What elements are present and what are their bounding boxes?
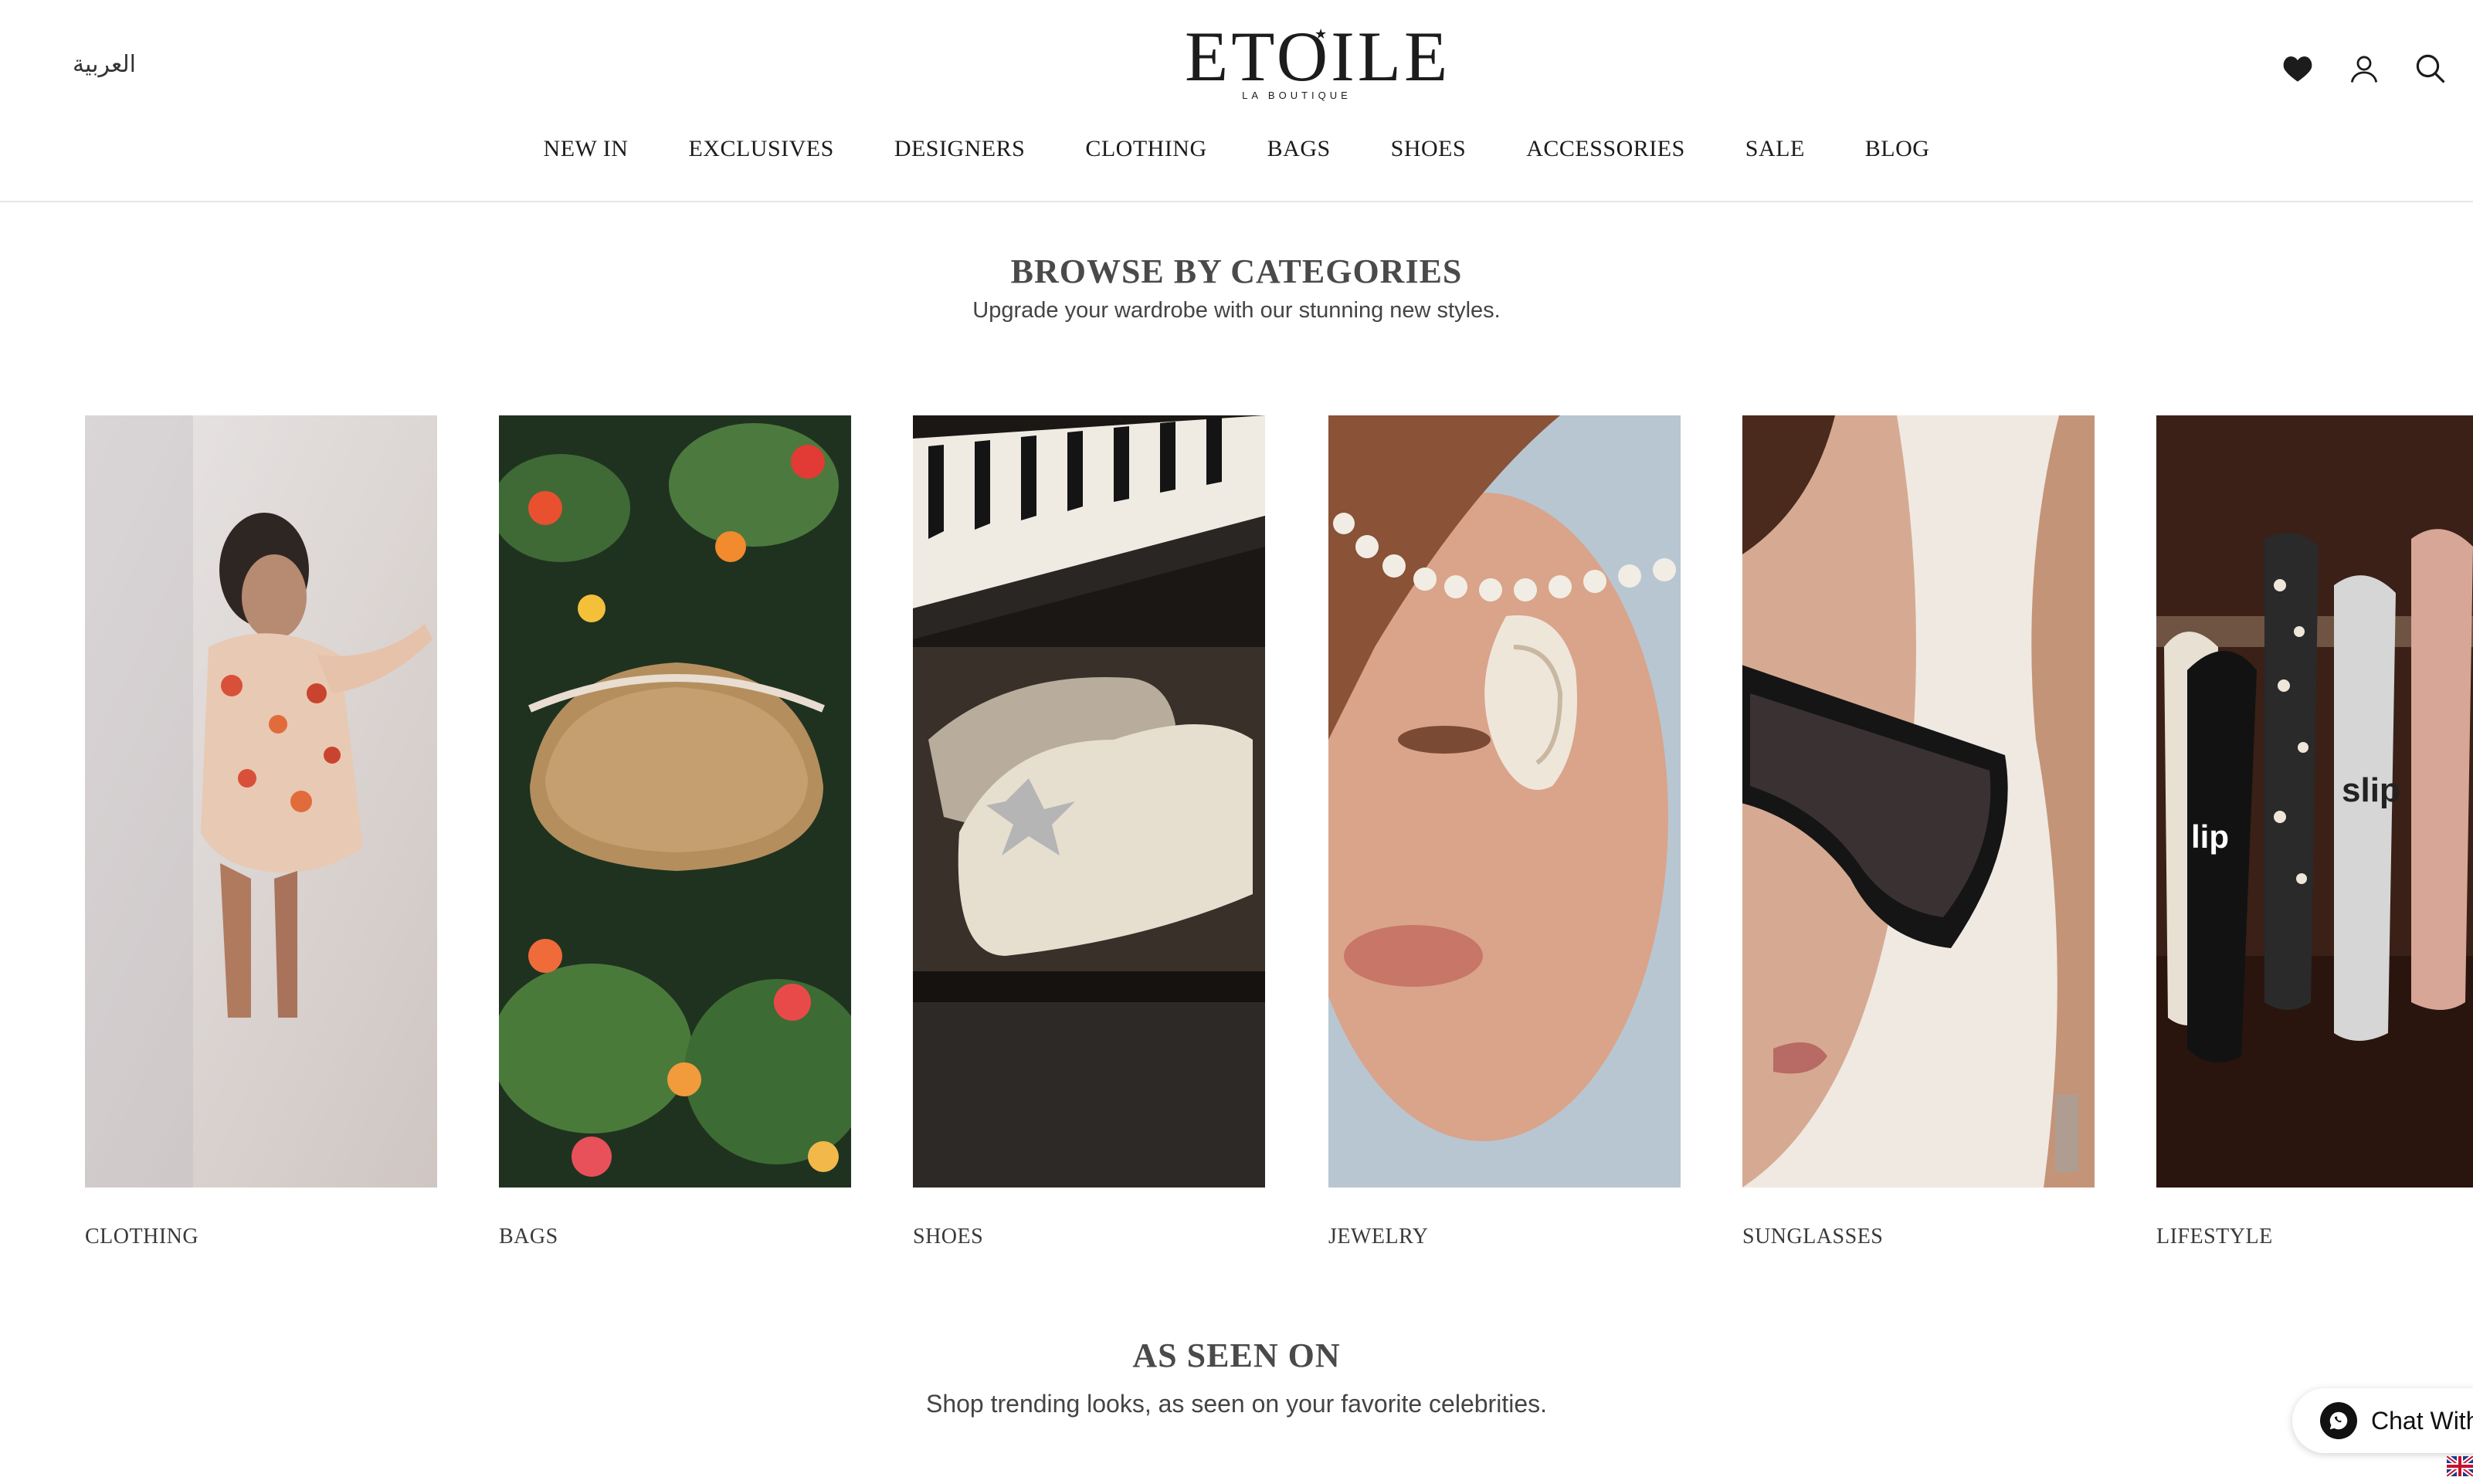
category-image-bags[interactable]	[499, 415, 851, 1188]
category-card-jewelry[interactable]: JEWELRY	[1328, 415, 1681, 1249]
main-nav: NEW IN EXCLUSIVES DESIGNERS CLOTHING BAG…	[0, 136, 2473, 162]
category-image-lifestyle[interactable]: lip slip	[2156, 415, 2473, 1188]
category-label-shoes[interactable]: SHOES	[913, 1225, 1265, 1249]
nav-item-designers[interactable]: DESIGNERS	[894, 136, 1026, 162]
site-header: العربية ★ ETOILE LA BOUTIQUE NEW IN EXCL…	[0, 0, 2473, 202]
category-card-shoes[interactable]: SHOES	[913, 415, 1265, 1249]
language-switch-link[interactable]: العربية	[73, 51, 136, 78]
category-card-clothing[interactable]: CLOTHING	[85, 415, 437, 1249]
uk-flag-icon[interactable]	[2445, 1454, 2473, 1479]
nav-item-new-in[interactable]: NEW IN	[544, 136, 629, 162]
category-label-bags[interactable]: BAGS	[499, 1225, 851, 1249]
category-label-sunglasses[interactable]: SUNGLASSES	[1742, 1225, 2095, 1249]
header-icons	[2277, 48, 2451, 90]
browse-title: BROWSE BY CATEGORIES	[1010, 252, 1463, 290]
nav-item-shoes[interactable]: SHOES	[1391, 136, 1467, 162]
svg-text:slip: slip	[2342, 771, 2400, 809]
heart-icon[interactable]	[2277, 48, 2319, 90]
category-image-shoes[interactable]	[913, 415, 1265, 1188]
svg-text:lip: lip	[2191, 818, 2229, 855]
chat-label: Chat With	[2371, 1406, 2473, 1435]
nav-item-bags[interactable]: BAGS	[1267, 136, 1331, 162]
nav-item-exclusives[interactable]: EXCLUSIVES	[688, 136, 833, 162]
browse-subtitle: Upgrade your wardrobe with our stunning …	[972, 298, 1501, 323]
site-logo[interactable]: ★ ETOILE LA BOUTIQUE	[1185, 17, 1451, 113]
seen-on-title: AS SEEN ON	[1132, 1337, 1341, 1374]
category-carousel: CLOTHING BAGS SHOES JEWELRY SUNGLASSES l…	[85, 415, 2473, 1265]
category-image-sunglasses[interactable]	[1742, 415, 2095, 1188]
nav-item-blog[interactable]: BLOG	[1865, 136, 1930, 162]
category-image-jewelry[interactable]	[1328, 415, 1681, 1188]
account-icon[interactable]	[2343, 48, 2385, 90]
nav-item-clothing[interactable]: CLOTHING	[1085, 136, 1206, 162]
nav-item-accessories[interactable]: ACCESSORIES	[1526, 136, 1685, 162]
star-icon: ★	[1315, 26, 1328, 42]
category-label-clothing[interactable]: CLOTHING	[85, 1225, 437, 1249]
category-card-lifestyle[interactable]: lip slip LIFESTYLE	[2156, 415, 2473, 1249]
category-card-bags[interactable]: BAGS	[499, 415, 851, 1249]
chat-widget-button[interactable]: Chat With	[2292, 1388, 2473, 1453]
seen-on-subtitle: Shop trending looks, as seen on your fav…	[925, 1390, 1547, 1418]
category-label-jewelry[interactable]: JEWELRY	[1328, 1225, 1681, 1249]
whatsapp-icon	[2320, 1402, 2357, 1439]
search-icon[interactable]	[2410, 48, 2451, 90]
category-card-sunglasses[interactable]: SUNGLASSES	[1742, 415, 2095, 1249]
nav-item-sale[interactable]: SALE	[1745, 136, 1805, 162]
category-label-lifestyle[interactable]: LIFESTYLE	[2156, 1225, 2473, 1249]
logo-wordmark: ETOILE	[1185, 17, 1451, 96]
category-image-clothing[interactable]	[85, 415, 437, 1188]
